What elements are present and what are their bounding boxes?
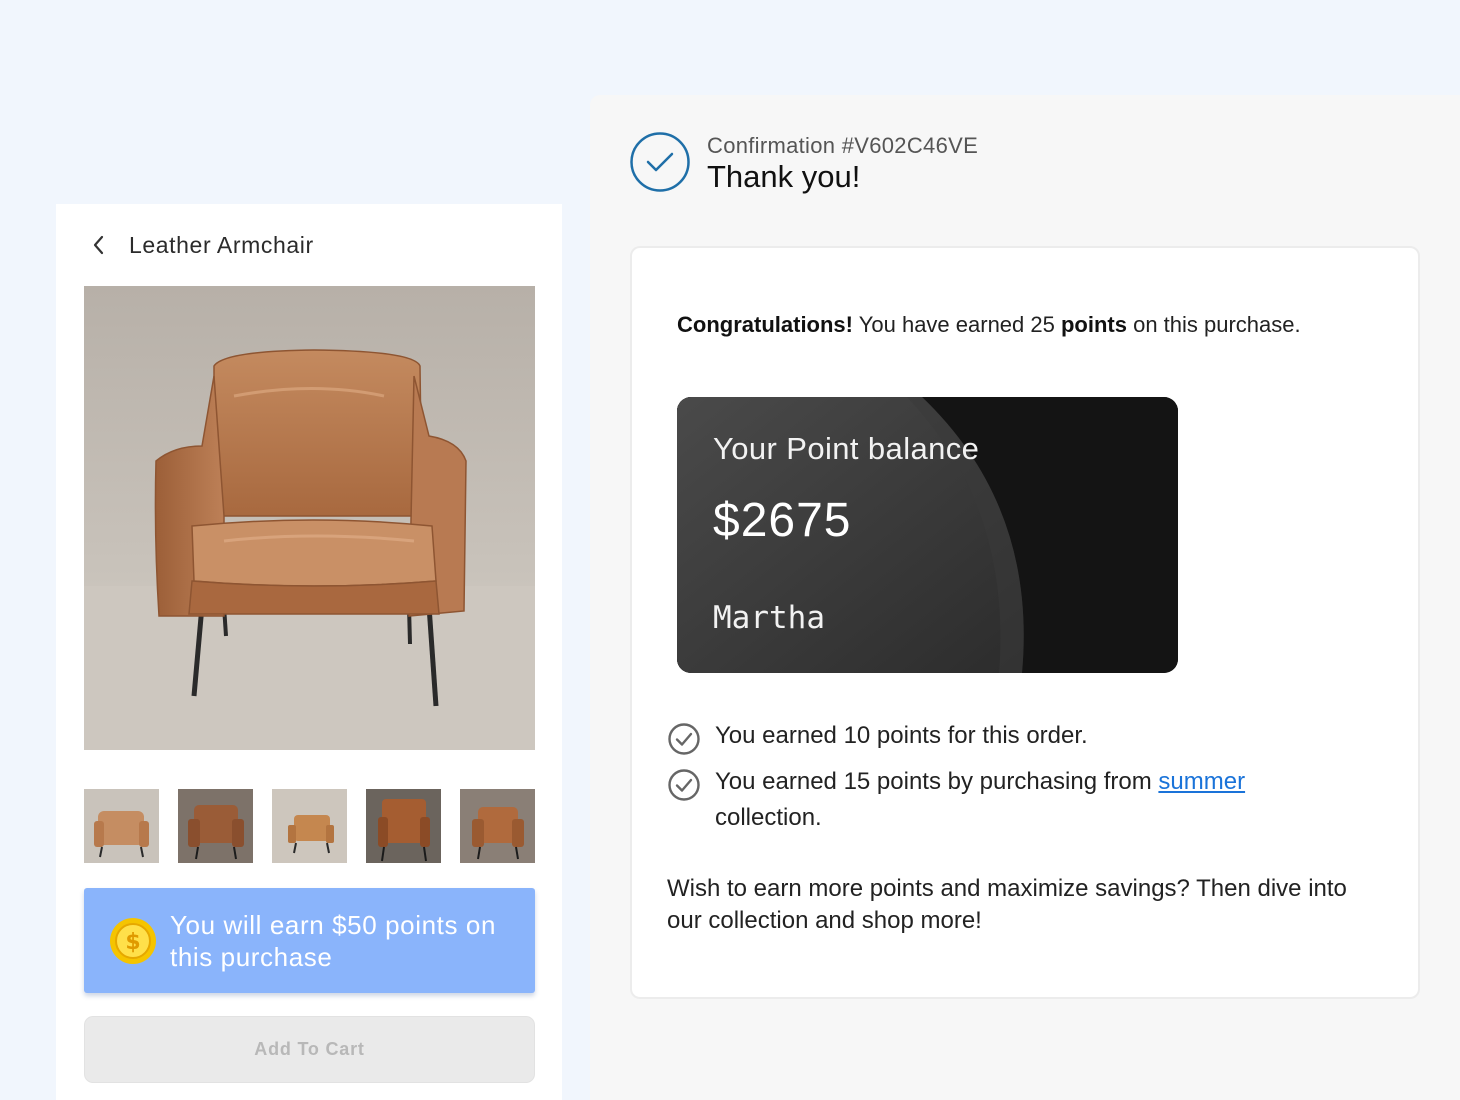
earn-points-banner: $ You will earn $50 points on this purch… <box>84 888 535 993</box>
earned-item-text-after: collection. <box>715 804 822 831</box>
earned-item-text: You earned 10 points for this order. <box>715 722 1088 749</box>
check-circle-icon <box>629 131 691 193</box>
list-item: You earned 10 points for this order. <box>667 718 1387 756</box>
congrats-heading: Congratulations! <box>677 312 853 337</box>
product-title: Leather Armchair <box>129 231 314 258</box>
earned-item-text-before: You earned 15 points by purchasing from <box>715 768 1159 795</box>
thumbnail-1[interactable] <box>84 789 159 863</box>
earned-points-list: You earned 10 points for this order. You… <box>667 718 1387 844</box>
earned-item-text: You earned 15 points by purchasing from … <box>715 764 1335 836</box>
thumbnail-4[interactable] <box>366 789 441 863</box>
congrats-message: Congratulations! You have earned 25 poin… <box>677 312 1301 338</box>
thumbnail-strip <box>84 789 535 863</box>
chevron-left-icon[interactable] <box>84 230 114 260</box>
product-panel: Leather Armchair $ You will earn $50 poi… <box>56 204 562 1100</box>
add-to-cart-button[interactable]: Add To Cart <box>84 1016 535 1083</box>
thumbnail-5[interactable] <box>460 789 535 863</box>
thumbnail-2[interactable] <box>178 789 253 863</box>
svg-text:$: $ <box>125 930 140 955</box>
shop-more-message: Wish to earn more points and maximize sa… <box>667 875 1347 934</box>
cardholder-name: Martha <box>713 600 825 636</box>
earn-points-text: You will earn $50 points on this purchas… <box>170 909 497 972</box>
congrats-points-word: points <box>1060 312 1127 337</box>
page-title: Thank you! <box>707 159 861 194</box>
balance-label: Your Point balance <box>713 431 980 466</box>
product-main-image <box>84 286 535 750</box>
confirmation-number: Confirmation #V602C46VE <box>707 133 979 158</box>
balance-amount: $2675 <box>713 494 852 547</box>
summer-collection-link[interactable]: summer <box>1158 768 1245 795</box>
congrats-text-1: You have earned 25 <box>853 312 1061 337</box>
thumbnail-3[interactable] <box>272 789 347 863</box>
coin-icon: $ <box>108 916 158 966</box>
points-summary-card: Congratulations! You have earned 25 poin… <box>630 246 1420 999</box>
list-item: You earned 15 points by purchasing from … <box>667 764 1387 836</box>
congrats-text-2: on this purchase. <box>1126 312 1301 337</box>
confirmation-panel: Confirmation #V602C46VE Thank you! Congr… <box>590 95 1460 1100</box>
point-balance-card: Your Point balance $2675 Martha <box>677 397 1178 673</box>
check-circle-gray-icon <box>667 722 701 756</box>
product-header: Leather Armchair <box>84 228 314 262</box>
check-circle-gray-icon <box>667 768 701 802</box>
